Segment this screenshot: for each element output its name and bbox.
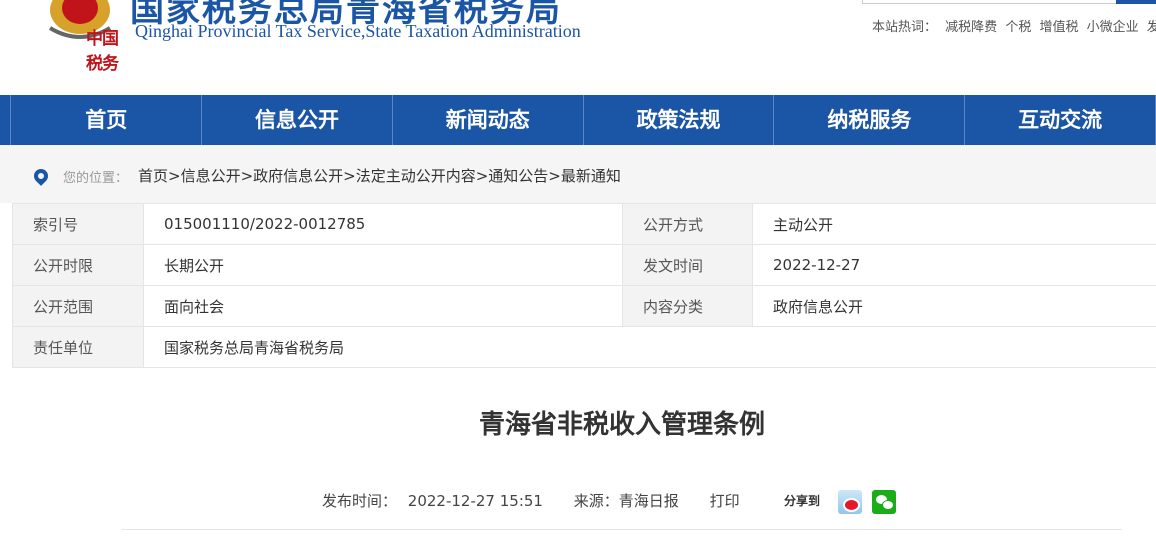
meta-key: 公开范围 (12, 285, 144, 327)
hot-word[interactable]: 小微企业 (1087, 20, 1139, 35)
meta-key: 发文时间 (622, 244, 753, 286)
share-label: 分享到 (784, 494, 821, 508)
meta-value: 政府信息公开 (752, 285, 1156, 327)
breadcrumb-path[interactable]: 首页>信息公开>政府信息公开>法定主动公开内容>通知公告>最新通知 (138, 165, 621, 186)
meta-value: 015001110/2022-0012785 (143, 203, 623, 245)
hot-words: 本站热词： 减税降费 个税 增值税 小微企业 发 (872, 16, 1156, 35)
header: 中国税务 国家税务总局青海省税务局 Qinghai Provincial Tax… (0, 0, 1156, 95)
publish-time: 2022-12-27 15:51 (407, 492, 543, 510)
meta-key: 索引号 (12, 203, 144, 245)
meta-key: 公开时限 (12, 244, 144, 286)
meta-value: 面向社会 (143, 285, 623, 327)
hot-word[interactable]: 发 (1147, 20, 1156, 35)
site-title-en: Qinghai Provincial Tax Service,State Tax… (135, 21, 581, 41)
logo-text: 中国税务 (86, 29, 119, 74)
article-title: 青海省非税收入管理条例 (478, 410, 765, 440)
meta-value: 2022-12-27 (752, 244, 1156, 286)
search-input[interactable] (862, 0, 1156, 4)
table-row: 索引号 015001110/2022-0012785 公开方式 主动公开 (12, 203, 1156, 245)
meta-value: 国家税务总局青海省税务局 (143, 326, 1156, 368)
tax-emblem-logo[interactable]: 中国税务 (40, 0, 120, 74)
hot-word[interactable]: 增值税 (1039, 20, 1078, 35)
source-label: 来源： (573, 492, 619, 510)
article-info: 发布时间： 2022-12-27 15:51 来源：青海日报 打印 (322, 490, 740, 511)
meta-value: 长期公开 (143, 244, 623, 286)
nav-home[interactable]: 首页 (11, 95, 203, 145)
location-pin-icon (31, 166, 51, 186)
wechat-share-icon[interactable] (872, 490, 896, 514)
table-row: 责任单位 国家税务总局青海省税务局 (12, 326, 1156, 368)
search-button[interactable] (1116, 0, 1156, 4)
nav-interaction[interactable]: 互动交流 (965, 95, 1156, 145)
hot-word[interactable]: 减税降费 (945, 20, 997, 35)
breadcrumb-label: 您的位置： (63, 171, 129, 186)
nav-info-disclosure[interactable]: 信息公开 (202, 95, 393, 145)
nav-spacer (0, 95, 12, 145)
table-row: 公开范围 面向社会 内容分类 政府信息公开 (12, 285, 1156, 327)
table-row: 公开时限 长期公开 发文时间 2022-12-27 (12, 244, 1156, 286)
nav-news[interactable]: 新闻动态 (393, 95, 584, 145)
divider (122, 529, 1122, 530)
main-nav: 首页 信息公开 新闻动态 政策法规 纳税服务 互动交流 (0, 95, 1156, 145)
print-link[interactable]: 打印 (710, 490, 740, 511)
hot-label: 本站热词： (872, 20, 938, 35)
meta-value: 主动公开 (752, 203, 1156, 245)
nav-tax-service[interactable]: 纳税服务 (774, 95, 966, 145)
hot-word[interactable]: 个税 (1005, 20, 1031, 35)
meta-key: 公开方式 (622, 203, 753, 245)
meta-key: 责任单位 (12, 326, 144, 368)
meta-key: 内容分类 (622, 285, 753, 327)
source: 青海日报 (618, 492, 679, 510)
nav-policy[interactable]: 政策法规 (584, 95, 775, 145)
document-meta-table: 索引号 015001110/2022-0012785 公开方式 主动公开 公开时… (12, 203, 1156, 368)
weibo-share-icon[interactable] (838, 490, 862, 514)
publish-label: 发布时间： (322, 492, 398, 510)
breadcrumb: 您的位置： 首页>信息公开>政府信息公开>法定主动公开内容>通知公告>最新通知 (0, 145, 1156, 203)
